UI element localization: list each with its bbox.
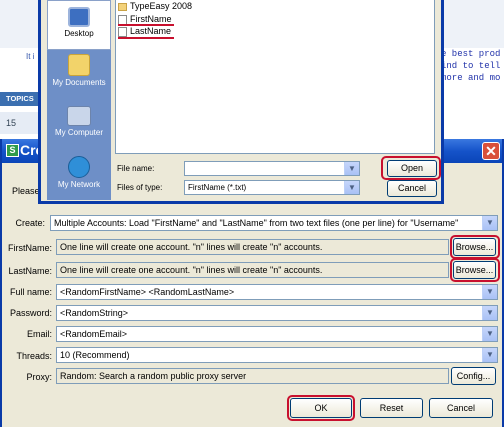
create-mode-value: Multiple Accounts: Load "FirstName" and … [54, 218, 459, 228]
places-bar: Desktop My Documents My Computer My Netw… [47, 0, 111, 200]
email-label: Email: [26, 329, 52, 339]
chevron-down-icon[interactable]: ▼ [344, 181, 359, 194]
my-documents-icon [68, 54, 90, 76]
list-item[interactable]: TypeEasy 2008 [118, 1, 192, 11]
place-label: Desktop [64, 29, 94, 38]
highlight-open [381, 156, 441, 180]
threads-label: Threads: [16, 351, 52, 361]
highlight-firstname-browse [450, 235, 500, 259]
background-line: ind to tell [441, 61, 501, 71]
file-name-label: File name: [117, 164, 155, 173]
fullname-value: <RandomFirstName> <RandomLastName> [60, 287, 235, 297]
place-label: My Network [57, 180, 101, 189]
background-topics-label: TOPICS [0, 92, 42, 106]
place-my-network[interactable]: My Network [47, 156, 111, 200]
folder-icon [118, 2, 127, 11]
app-icon: S [6, 144, 19, 157]
password-label: Password: [9, 308, 52, 318]
threads-value: 10 (Recommend) [60, 350, 130, 360]
file-name-input[interactable]: ▼ [184, 161, 360, 176]
place-label: My Documents [52, 78, 106, 87]
chevron-down-icon[interactable]: ▼ [482, 327, 497, 341]
desktop-icon [68, 7, 90, 27]
background-text-right: e best prod ind to tell more and mo [441, 48, 500, 84]
reset-button[interactable]: Reset [360, 398, 423, 418]
place-label: My Computer [54, 128, 103, 137]
underline-lastname [118, 37, 174, 39]
threads-select[interactable]: 10 (Recommend) ▼ [56, 347, 498, 363]
highlight-lastname-browse [450, 258, 500, 282]
background-line: more and mo [441, 73, 501, 83]
chevron-down-icon[interactable]: ▼ [482, 348, 497, 362]
email-value: <RandomEmail> [60, 329, 128, 339]
fullname-select[interactable]: <RandomFirstName> <RandomLastName> ▼ [56, 284, 498, 300]
file-name: TypeEasy 2008 [130, 1, 193, 11]
instruction-text: Please [12, 186, 40, 196]
place-my-documents[interactable]: My Documents [47, 54, 111, 100]
file-name: LastName [130, 26, 172, 36]
files-of-type-label: Files of type: [117, 183, 163, 192]
proxy-config-button[interactable]: Config... [451, 367, 496, 385]
lastname-label: LastName: [8, 266, 52, 276]
files-of-type-value: FirstName (*.txt) [188, 183, 247, 192]
background-line: e best prod [441, 49, 501, 59]
text-file-icon [118, 26, 127, 37]
background-count: 15 [0, 112, 42, 134]
chevron-down-icon[interactable]: ▼ [482, 216, 497, 230]
my-network-icon [68, 156, 90, 178]
email-select[interactable]: <RandomEmail> ▼ [56, 326, 498, 342]
lastname-field[interactable]: One line will create one account. "n" li… [56, 262, 449, 278]
files-of-type-select[interactable]: FirstName (*.txt) ▼ [184, 180, 360, 195]
chevron-down-icon[interactable]: ▼ [344, 162, 359, 175]
close-button[interactable]: ✕ [482, 142, 500, 160]
underline-firstname [118, 24, 174, 26]
password-select[interactable]: <RandomString> ▼ [56, 305, 498, 321]
place-my-computer[interactable]: My Computer [47, 106, 111, 152]
list-item[interactable]: LastName [118, 26, 171, 37]
chevron-down-icon[interactable]: ▼ [482, 285, 497, 299]
highlight-ok [287, 395, 355, 421]
file-open-dialog: Desktop My Documents My Computer My Netw… [38, 0, 444, 204]
file-name: FirstName [130, 14, 172, 24]
password-value: <RandomString> [60, 308, 129, 318]
fullname-label: Full name: [9, 287, 52, 297]
place-desktop[interactable]: Desktop [47, 0, 111, 50]
firstname-label: FirstName: [7, 243, 52, 253]
cancel-button[interactable]: Cancel [429, 398, 493, 418]
create-mode-select[interactable]: Multiple Accounts: Load "FirstName" and … [50, 215, 498, 231]
proxy-field[interactable]: Random: Search a random public proxy ser… [56, 368, 449, 384]
file-cancel-button[interactable]: Cancel [387, 180, 437, 197]
firstname-field[interactable]: One line will create one account. "n" li… [56, 239, 449, 255]
proxy-label: Proxy: [26, 372, 52, 382]
chevron-down-icon[interactable]: ▼ [482, 306, 497, 320]
background-text-left: It i [26, 52, 35, 61]
my-computer-icon [67, 106, 91, 126]
file-list[interactable]: TypeEasy 2008 FirstName LastName [115, 0, 435, 154]
create-label: Create: [15, 218, 45, 228]
